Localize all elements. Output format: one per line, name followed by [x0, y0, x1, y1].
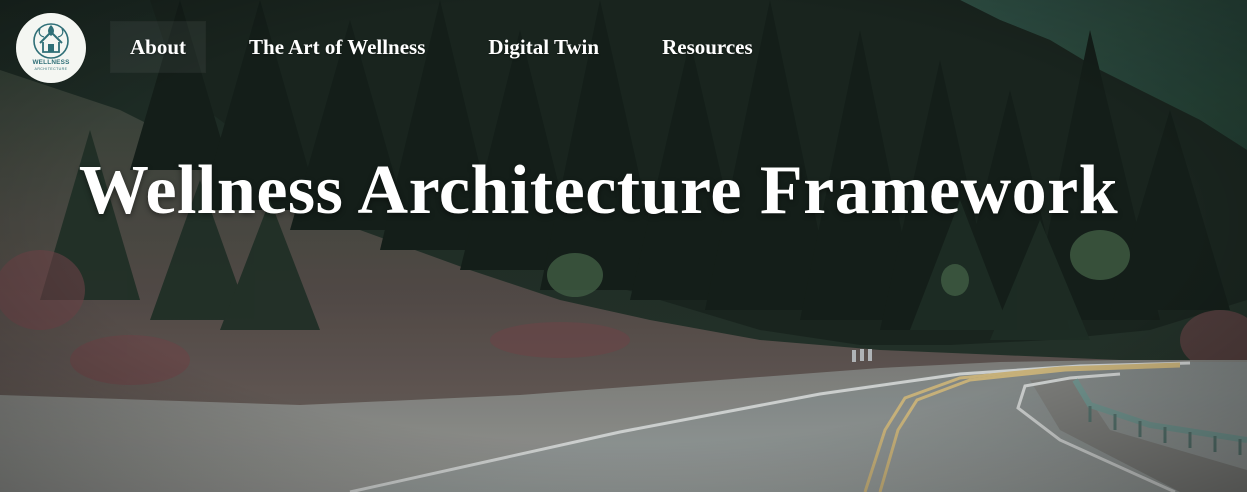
site-logo[interactable]: WELLNESS ARCHITECTURE — [16, 13, 86, 83]
nav-item-about[interactable]: About — [110, 21, 207, 73]
hero-section: WELLNESS ARCHITECTURE About The Art of W… — [0, 0, 1247, 492]
hero-title: Wellness Architecture Framework — [78, 152, 1119, 229]
wellness-house-lotus-icon — [33, 23, 69, 59]
top-navigation-bar: WELLNESS ARCHITECTURE About The Art of W… — [0, 0, 1247, 96]
logo-subtext: ARCHITECTURE — [34, 67, 68, 71]
nav-item-resources[interactable]: Resources — [642, 21, 773, 73]
logo-text: WELLNESS — [32, 59, 70, 66]
nav-item-art-of-wellness[interactable]: The Art of Wellness — [229, 21, 445, 73]
main-nav: About The Art of Wellness Digital Twin R… — [110, 21, 773, 73]
nav-item-digital-twin[interactable]: Digital Twin — [468, 21, 619, 73]
